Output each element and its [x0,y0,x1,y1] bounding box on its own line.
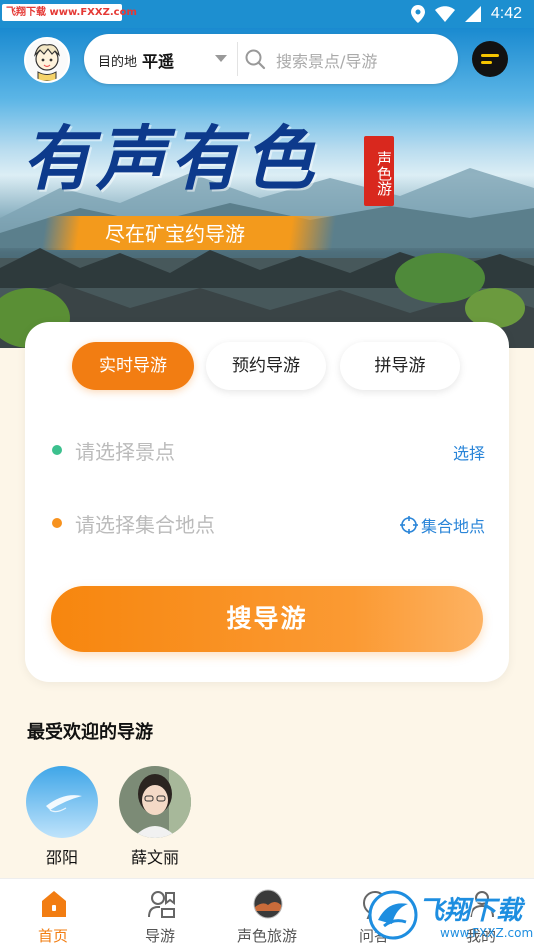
select-spot-link[interactable]: 选择 [453,440,485,464]
guide-name: 薛文丽 [130,848,179,867]
nav-item-travel[interactable]: 声色旅游 [214,879,320,949]
message-icon-line-1 [481,54,499,57]
spot-select-row[interactable]: 请选择景点 选择 [25,420,509,480]
status-time: 4:42 [490,5,522,22]
guide-card[interactable]: 邵阳 [25,766,99,868]
select-spot-label: 选择 [452,444,485,463]
caret-down-icon[interactable] [215,55,227,62]
location-icon [410,5,425,23]
watermark-url: www.FXXZ.com [440,926,534,940]
status-bar: 飞翔下载 www.FXXZ.com 4:42 [0,0,534,28]
tab-realtime-guide[interactable]: 实时导游 [72,342,194,390]
cartoon-avatar-icon [26,39,68,81]
spot-input[interactable]: 请选择景点 [75,436,175,465]
status-indicators: 4:42 [410,4,522,24]
watermark-badge: 飞翔下载 www.FXXZ.com [2,4,137,21]
hero-seal: 声色游 [364,136,394,206]
sky-feather-photo-icon [26,766,98,838]
guide-avatar [119,766,191,838]
watermark-logo: 飞翔下载 www.FXXZ.com [366,886,534,949]
meeting-dot [52,518,62,528]
search-divider [237,42,238,76]
guide-avatar [26,766,98,838]
spot-dot [52,445,62,455]
user-avatar[interactable] [24,37,70,83]
meeting-point-label: 集合地点 [420,517,485,536]
hero-title: 有声有色 [22,117,318,200]
guide-name: 邵阳 [45,848,78,867]
person-photo-icon [119,766,191,838]
nav-label: 声色旅游 [236,927,297,945]
meeting-point-link[interactable]: 集合地点 [399,513,485,537]
nav-item-guide[interactable]: 导游 [107,879,213,949]
search-bar: 目的地 平遥 搜索景点/导游 [84,34,458,84]
destination-label: 目的地 [98,55,138,70]
search-input[interactable]: 搜索景点/导游 [276,48,377,72]
tab-group-guide[interactable]: 拼导游 [340,342,460,390]
travel-icon [253,889,283,919]
popular-guides-title: 最受欢迎的导游 [27,722,153,743]
meeting-point-row[interactable]: 请选择集合地点 集合地点 [25,493,509,553]
crosshair-icon [399,516,418,534]
home-icon [42,891,66,917]
hero-subtitle: 尽在矿宝约导游 [105,222,245,246]
signal-icon [464,6,481,22]
guide-type-tabs: 实时导游 预约导游 拼导游 [72,342,462,392]
nav-label: 导游 [144,927,175,945]
search-guide-button[interactable]: 搜导游 [51,586,483,652]
guide-card[interactable]: 薛文丽 [118,766,192,868]
watermark-bird-icon [368,890,418,940]
wifi-icon [434,6,455,22]
search-icon[interactable] [244,48,266,70]
booking-card: 实时导游 预约导游 拼导游 请选择景点 选择 请选择集合地点 集合地点 搜导游 [25,322,509,682]
watermark-text: 飞翔下载 [418,896,523,926]
tab-reserve-guide[interactable]: 预约导游 [206,342,326,390]
meeting-point-input[interactable]: 请选择集合地点 [75,509,215,538]
destination-selector[interactable]: 平遥 [142,48,174,72]
message-icon-line-2 [481,61,492,64]
message-button[interactable] [472,41,508,77]
guide-icon [148,891,175,918]
nav-label: 首页 [37,927,68,945]
nav-item-home[interactable]: 首页 [0,879,106,949]
